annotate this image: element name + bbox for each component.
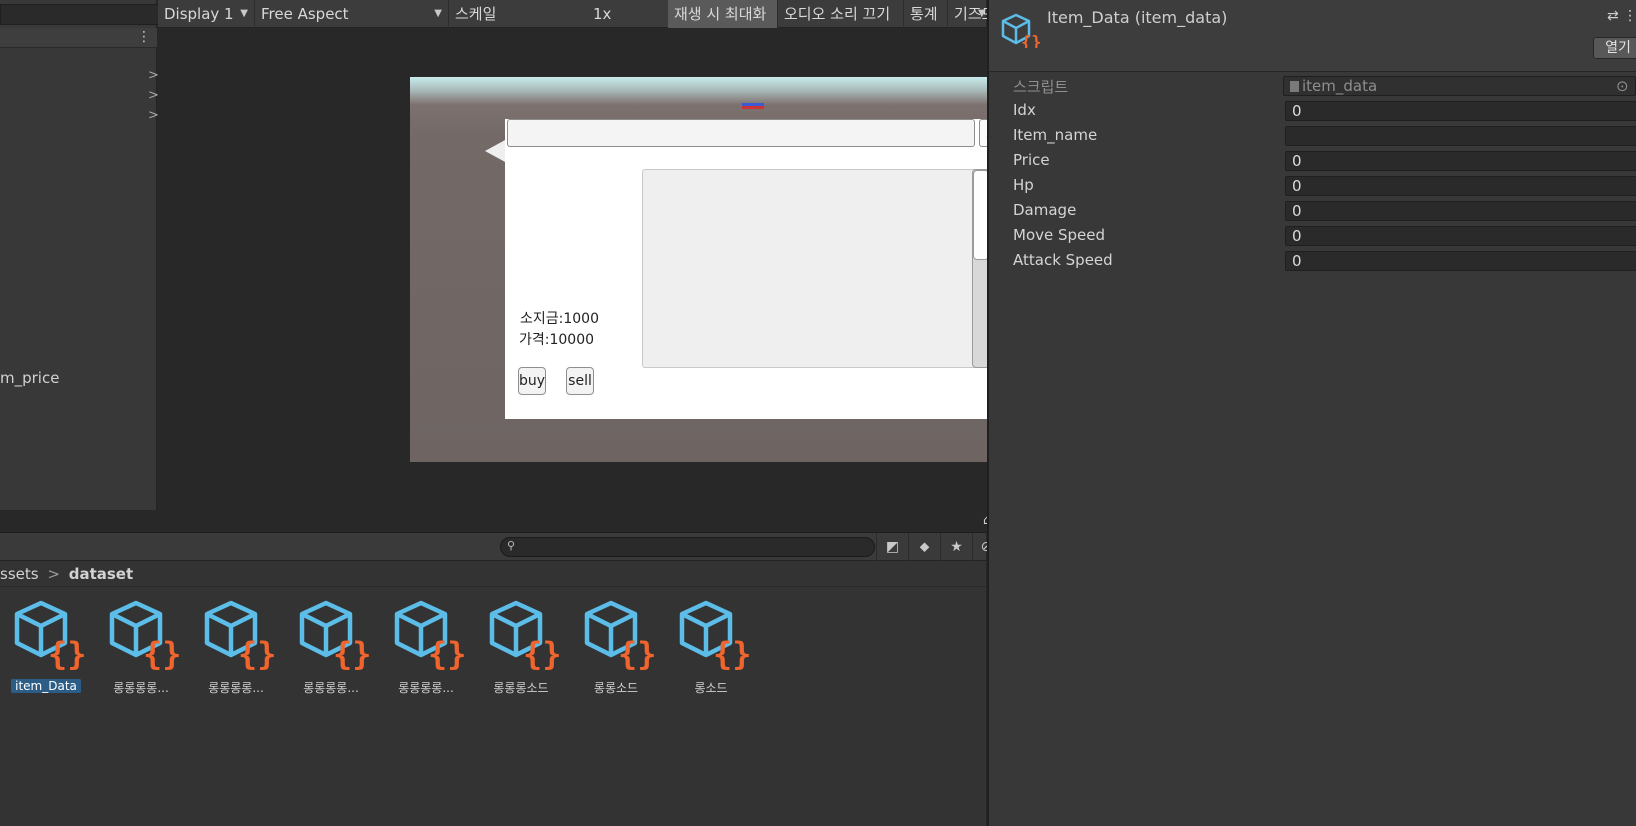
more-options-icon[interactable]: ⋮ [137,29,151,45]
asset-label: 롱소드 [694,681,728,695]
asset-label: 롱롱롱롱... [398,681,454,695]
asset-label: 롱롱롱롱... [113,681,169,695]
scriptable-object-icon: {} [584,600,655,671]
shop-panel: X 소지금:1000 가격:10000 buy sell [505,119,1005,419]
property-value-field[interactable]: 0 [1285,176,1636,196]
display-dropdown[interactable]: Display 1 ▼ [158,0,255,28]
breadcrumb-separator-icon: > [47,565,60,583]
buy-button[interactable]: buy [518,367,546,395]
property-label: Price [1013,151,1050,169]
hierarchy-scene-header[interactable]: ⋮ [0,28,157,48]
svg-text:{}: {} [1021,33,1040,48]
filter-by-type-icon[interactable]: ◩ [876,533,908,561]
asset-item[interactable]: {} 롱롱롱롱... [285,599,377,699]
game-view: Display 1 ▼ Free Aspect ▼ 스케일 1x 재생 시 최대… [158,0,1100,510]
asset-label: 롱롱롱소드 [493,681,549,695]
property-value-field[interactable] [1285,126,1636,146]
scriptable-object-icon: {} [204,600,275,671]
asset-label: 롱롱소드 [593,681,639,695]
property-value-field[interactable]: 0 [1285,101,1636,121]
display-label: Display 1 [164,5,234,23]
asset-item[interactable]: {} 롱롱롱롱... [190,599,282,699]
script-file-icon [1290,81,1299,92]
scriptable-object-icon: {} [14,600,85,671]
object-picker-icon[interactable]: ⊙ [1616,77,1629,96]
project-panel: ⌂ ⋮ ⚲ ◩ ⬥ ★ ⊘ 14 ssets > dataset {} item_… [0,511,1020,826]
scale-value: 1x [593,5,612,23]
asset-item[interactable]: {} 롱롱롱소드 [475,599,567,699]
svg-text:{}: {} [238,635,275,671]
property-label: Attack Speed [1013,251,1113,269]
hierarchy-field-label: m_price [0,369,60,387]
asset-item[interactable]: {} item_Data [0,599,92,699]
property-value-field[interactable]: 0 [1285,151,1636,171]
asset-label: item_Data [0,679,92,693]
project-search-input[interactable]: ⚲ [500,537,875,557]
project-header: ⌂ ⋮ [0,511,1020,533]
aspect-label: Free Aspect [261,5,349,23]
aspect-dropdown[interactable]: Free Aspect ▼ [255,0,449,28]
svg-text:{}: {} [523,635,560,671]
project-toolbar: ⚲ ◩ ⬥ ★ ⊘ 14 [0,533,1015,561]
script-label: 스크립트 [1013,78,1069,96]
hierarchy-panel: ⋮ > > > m_price [0,0,160,510]
price-text: 가격:10000 [519,332,595,348]
property-value-field[interactable]: 0 [1285,201,1636,221]
filter-by-label-icon[interactable]: ⬥ [908,533,940,561]
settings-icon[interactable]: ⇄ ⋮ [1607,8,1636,24]
property-label: Item_name [1013,126,1098,144]
scriptable-object-icon: {} [679,600,750,671]
scriptable-object-icon: {} [109,600,180,671]
hierarchy-search-input[interactable] [0,4,160,25]
asset-label: 롱롱롱롱... [303,681,359,695]
inspector-panel: {} Item_Data (item_data) ⇄ ⋮ 열기 스크립트 Idx… [987,0,1636,826]
stats-toggle[interactable]: 통계 [904,0,948,28]
shop-item-list[interactable] [642,169,989,368]
svg-text:{}: {} [428,635,465,671]
asset-item[interactable]: {} 롱롱롱롱... [95,599,187,699]
sell-button[interactable]: sell [566,367,594,395]
asset-item[interactable]: {} 롱롱롱롱... [380,599,472,699]
game-toolbar: Display 1 ▼ Free Aspect ▼ 스케일 1x 재생 시 최대… [158,0,995,28]
svg-text:{}: {} [143,635,180,671]
asset-item[interactable]: {} 롱소드 [665,599,757,699]
scriptable-object-icon: {} [299,600,370,671]
breadcrumb-item[interactable]: ssets [0,565,39,583]
property-label: Idx [1013,101,1036,119]
scale-label: 스케일 [455,5,497,23]
panel-wing-left [485,139,507,163]
asset-label: 롱롱롱롱... [208,681,264,695]
shop-title-input[interactable] [507,119,975,147]
inspector-header: {} Item_Data (item_data) ⇄ ⋮ 열기 [989,0,1636,72]
property-value-field[interactable]: 0 [1285,251,1636,271]
svg-text:{}: {} [333,635,370,671]
caret-down-icon: ▼ [240,8,248,19]
money-text: 소지금:1000 [520,311,599,327]
mute-audio-toggle[interactable]: 오디오 소리 끄기 [778,0,904,28]
open-button[interactable]: 열기 [1593,37,1636,59]
inspector-title: Item_Data (item_data) [1047,8,1228,27]
scriptable-object-icon: {} [1001,13,1040,48]
asset-item[interactable]: {} 롱롱소드 [570,599,662,699]
maximize-on-play-toggle[interactable]: 재생 시 최대화 [668,0,778,28]
property-label: Hp [1013,176,1034,194]
breadcrumb-current[interactable]: dataset [69,565,133,583]
caret-down-icon[interactable]: ▼ [978,0,986,28]
script-value: item_data [1302,77,1378,95]
caret-down-icon: ▼ [434,8,442,19]
property-value-field[interactable]: 0 [1285,226,1636,246]
property-label: Move Speed [1013,226,1106,244]
search-icon: ⚲ [507,539,516,552]
scriptable-object-icon: {} [489,600,560,671]
scriptable-object-icon: {} [394,600,465,671]
property-label: Damage [1013,201,1077,219]
svg-text:{}: {} [618,635,655,671]
svg-text:{}: {} [48,635,85,671]
svg-text:{}: {} [713,635,750,671]
script-object-field[interactable]: item_data ⊙ [1283,76,1636,96]
favorite-star-icon[interactable]: ★ [940,533,972,561]
breadcrumb: ssets > dataset [0,562,986,587]
flag-sprite [742,103,764,109]
scale-control: 스케일 1x [449,0,643,28]
